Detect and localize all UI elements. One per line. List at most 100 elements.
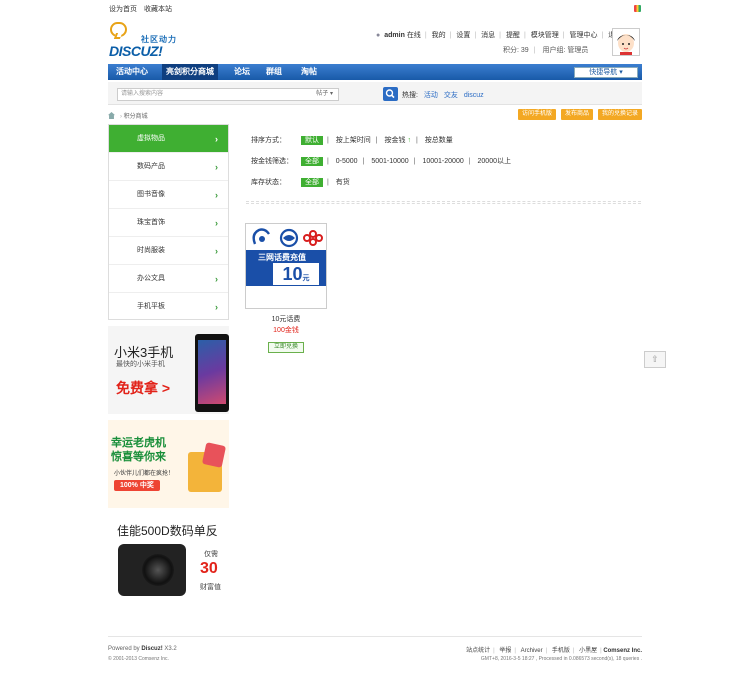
category-item-digital[interactable]: 数码产品 › xyxy=(109,153,228,181)
product-name[interactable]: 10元话费 xyxy=(246,314,326,324)
search-input[interactable]: 请输入搜索内容 帖子 ▾ xyxy=(117,88,339,101)
credit-line: 积分: 39 | 用户组: 管理员 xyxy=(503,47,589,54)
sort-by-time[interactable]: 按上架时间 xyxy=(336,137,371,144)
stock-available[interactable]: 有货 xyxy=(336,179,350,186)
footer-time: GMT+8, 2016-3-5 18:27 , Processed in 0.0… xyxy=(480,656,642,662)
product-price: 100金钱 xyxy=(273,327,299,334)
arrow-up-icon: ↑ xyxy=(407,137,411,144)
exchange-now-button[interactable]: 立即兑换 xyxy=(268,342,304,353)
breadcrumb: › 积分商城 xyxy=(108,111,148,121)
bookmark-link[interactable]: 收藏本站 xyxy=(144,6,172,13)
sort-by-quantity[interactable]: 按总数量 xyxy=(425,137,453,144)
camera-image xyxy=(118,544,186,596)
nav-item-forum[interactable]: 论坛 xyxy=(230,64,254,80)
publish-product-button[interactable]: 发布商品 xyxy=(561,109,594,120)
user-icon: ● xyxy=(376,32,381,39)
category-item-phones[interactable]: 手机平板 › xyxy=(109,293,228,321)
search-button[interactable] xyxy=(383,87,398,101)
category-list: 虚拟物品 › 数码产品 › 图书音像 › 珠宝首饰 › 时尚服装 › 办公文具 › 手机平板… xyxy=(108,124,229,320)
gift-bag-image xyxy=(201,442,227,468)
chevron-right-icon: › xyxy=(215,134,218,144)
sort-label: 排序方式： xyxy=(251,137,286,144)
category-item-office[interactable]: 办公文具 › xyxy=(109,265,228,293)
nav-item-collections[interactable]: 淘帖 xyxy=(297,64,321,80)
range-all[interactable]: 全部 xyxy=(300,157,323,166)
chevron-right-icon: › xyxy=(215,302,218,312)
usergroup-link[interactable]: 用户组: 管理员 xyxy=(542,47,588,54)
discuz-link[interactable]: Discuz! xyxy=(141,646,162,652)
ad-price: 30 xyxy=(200,560,218,577)
sort-by-money[interactable]: 按金钱 ↑ xyxy=(385,137,411,144)
nav-item-activity[interactable]: 活动中心 xyxy=(112,64,152,80)
category-item-fashion[interactable]: 时尚服装 › xyxy=(109,237,228,265)
product-caption: 三网话费充值 xyxy=(258,253,306,262)
avatar-face-icon xyxy=(613,29,639,55)
hot-keyword[interactable]: discuz xyxy=(464,92,484,99)
ad-title: 佳能500D数码单反 xyxy=(117,524,218,538)
product-image[interactable]: 三网话费充值 10元 xyxy=(245,223,327,309)
chevron-right-icon: › xyxy=(215,218,218,228)
category-item-virtual[interactable]: 虚拟物品 › xyxy=(109,125,228,153)
hot-keyword[interactable]: 活动 xyxy=(424,92,438,99)
admin-center-link[interactable]: 管理中心 xyxy=(570,32,598,39)
mobile-version-button[interactable]: 访问手机版 xyxy=(518,109,557,120)
range-20000-plus[interactable]: 20000以上 xyxy=(478,158,511,165)
range-0-5000[interactable]: 0-5000 xyxy=(336,158,358,165)
report-link[interactable]: 举报 xyxy=(499,648,511,654)
ad-price-label: 仅需 xyxy=(204,551,218,558)
footer-divider xyxy=(108,636,642,637)
nav-item-groups[interactable]: 群组 xyxy=(262,64,286,80)
range-5001-10000[interactable]: 5001-10000 xyxy=(371,158,408,165)
search-bar: 请输入搜索内容 帖子 ▾ 热搜: 活动 交友 discuz xyxy=(108,82,642,105)
blacklist-link[interactable]: 小黑屋 xyxy=(579,648,597,654)
stock-all[interactable]: 全部 xyxy=(300,178,323,187)
messages-link[interactable]: 消息 xyxy=(481,32,495,39)
logo-brand: DISCUZ! xyxy=(109,43,163,59)
ad-desc: 小伙伴儿们都在疯抢！ xyxy=(114,471,175,477)
comsenz-link[interactable]: Comsenz Inc. xyxy=(603,648,642,654)
username-link[interactable]: admin xyxy=(384,32,405,39)
sort-default[interactable]: 默认 xyxy=(300,136,323,145)
footer-copyright: © 2001-2013 Comsenz Inc. xyxy=(108,656,169,662)
ad-banner-xiaomi[interactable]: 小米3手机 最快的小米手机 免费拿 > xyxy=(108,326,229,414)
logo-bubble-icon xyxy=(110,22,127,37)
nav-item-shop[interactable]: 亮剑积分商城 xyxy=(162,64,218,80)
breadcrumb-current[interactable]: 积分商城 xyxy=(124,114,148,120)
mobile-link[interactable]: 手机版 xyxy=(552,648,570,654)
range-10001-20000[interactable]: 10001-20000 xyxy=(422,158,463,165)
range-label: 按金钱筛选： xyxy=(251,158,293,165)
ad-banner-canon[interactable]: 佳能500D数码单反 仅需 30 财富值 xyxy=(108,514,229,606)
ad-title: 幸运老虎机 惊喜等你来 xyxy=(111,437,166,463)
category-item-jewelry[interactable]: 珠宝首饰 › xyxy=(109,209,228,237)
search-type-select[interactable]: 帖子 ▾ xyxy=(316,89,333,100)
archiver-link[interactable]: Archiver xyxy=(521,648,543,654)
product-value: 10元 xyxy=(273,263,319,285)
top-bar: 设为首页 收藏本站 xyxy=(109,4,641,14)
chevron-right-icon: › xyxy=(215,162,218,172)
search-icon xyxy=(385,89,395,99)
back-to-top-button[interactable]: ⇧ xyxy=(644,351,666,368)
home-icon[interactable] xyxy=(108,112,115,119)
quick-nav-button[interactable]: 快捷导航 ▾ xyxy=(574,67,638,78)
exchange-records-button[interactable]: 我的兑换记录 xyxy=(597,109,642,120)
phone-image xyxy=(195,334,229,412)
sort-row: 排序方式： 默认 | 按上架时间 | 按金钱 ↑ | 按总数量 xyxy=(251,136,453,145)
site-logo[interactable]: 社区动力 DISCUZ! xyxy=(108,22,183,59)
notifications-link[interactable]: 提醒 xyxy=(506,32,520,39)
theme-color-icon[interactable] xyxy=(634,5,641,12)
range-row: 按金钱筛选： 全部 | 0-5000 | 5001-10000 | 10001-200… xyxy=(251,157,511,166)
set-homepage-link[interactable]: 设为首页 xyxy=(109,6,137,13)
divider xyxy=(246,201,641,204)
module-manage-link[interactable]: 模块管理 xyxy=(531,32,559,39)
category-item-books[interactable]: 图书音像 › xyxy=(109,181,228,209)
hot-keyword[interactable]: 交友 xyxy=(444,92,458,99)
my-menu[interactable]: 我的 xyxy=(432,32,446,39)
chevron-right-icon: › xyxy=(215,274,218,284)
back-to-top-icon: ⇧ xyxy=(651,354,659,364)
credits-link[interactable]: 积分: 39 xyxy=(503,47,529,54)
online-status[interactable]: 在线 xyxy=(407,32,421,39)
ad-banner-slot-machine[interactable]: 幸运老虎机 惊喜等你来 小伙伴儿们都在疯抢！ 100% 中奖 xyxy=(108,420,229,508)
avatar[interactable] xyxy=(612,28,640,56)
stats-link[interactable]: 站点统计 xyxy=(466,648,490,654)
settings-link[interactable]: 设置 xyxy=(456,32,470,39)
